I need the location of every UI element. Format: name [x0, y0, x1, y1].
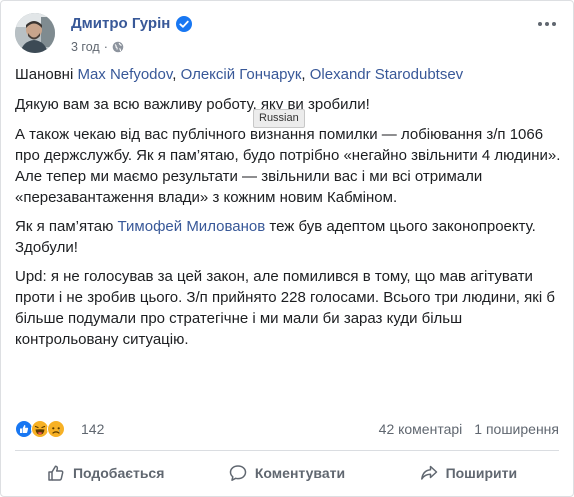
verified-badge-icon [176, 15, 193, 32]
shares-count-link[interactable]: 1 поширення [474, 421, 559, 437]
comment-bubble-icon [229, 465, 247, 481]
comment-label: Коментувати [254, 465, 346, 481]
exclamation-line: Здобули! [15, 239, 78, 256]
post-meta: 3 год · [71, 40, 124, 54]
author-line: Дмитро Гурін [71, 15, 193, 32]
more-options-button[interactable] [535, 15, 559, 33]
share-label: Поширити [445, 465, 518, 481]
mention-olexandr-starodubtsev[interactable]: Olexandr Starodubtsev [310, 66, 463, 83]
greeting-paragraph: Шановні Max Nefyodov, Олексій Гончарук, … [15, 64, 563, 85]
mention-separator: , [301, 66, 310, 83]
comment-button[interactable]: Коментувати [196, 453, 377, 493]
reactions-bar: 142 42 коментарі 1 поширення [15, 419, 559, 441]
avatar-photo [15, 13, 55, 53]
globe-icon[interactable] [112, 41, 124, 53]
request-line-2: Але тепер ми маємо результати — звільнил… [15, 168, 483, 206]
milovanov-prefix: Як я пам’ятаю [15, 218, 118, 235]
update-paragraph: Upd: я не голосував за цей закон, але по… [15, 268, 555, 348]
author-name[interactable]: Дмитро Гурін [71, 15, 170, 32]
ellipsis-icon [538, 22, 556, 26]
action-bar: Подобається Коментувати Поширити [15, 453, 559, 493]
like-button[interactable]: Подобається [15, 453, 196, 493]
post-time[interactable]: 3 год [71, 40, 100, 54]
greeting-text: Шановні [15, 66, 78, 83]
like-label: Подобається [72, 465, 165, 481]
mention-oleksii-honcharuk[interactable]: Олексій Гончарук [181, 66, 302, 83]
share-button[interactable]: Поширити [378, 453, 559, 493]
share-arrow-icon [420, 465, 437, 480]
mention-separator: , [172, 66, 181, 83]
language-tooltip: Russian [253, 109, 305, 128]
mention-tymofii-milovanov[interactable]: Тимофей Милованов [118, 218, 266, 235]
reaction-icons[interactable] [15, 420, 65, 438]
comments-count-link[interactable]: 42 коментарі [379, 421, 463, 437]
mention-max-nefyodov[interactable]: Max Nefyodov [77, 66, 172, 83]
avatar[interactable] [15, 13, 55, 53]
sad-icon [47, 420, 65, 438]
reaction-count[interactable]: 142 [81, 421, 104, 437]
request-line-1: А також чекаю від вас публічного визнанн… [15, 126, 561, 164]
request-paragraph: А також чекаю від вас публічного визнанн… [15, 124, 563, 208]
post-card: Дмитро Гурін 3 год · Шановні Max Nefyodo [0, 0, 574, 497]
post-header: Дмитро Гурін 3 год · [15, 11, 559, 61]
divider [15, 450, 559, 451]
meta-separator: · [103, 40, 108, 54]
thumbs-up-icon [48, 465, 64, 481]
engagement-stats: 42 коментарі 1 поширення [379, 421, 559, 437]
milovanov-paragraph: Як я пам’ятаю Тимофей Милованов теж був … [15, 216, 563, 258]
milovanov-suffix: теж був адептом цього законопроекту. [265, 218, 536, 235]
